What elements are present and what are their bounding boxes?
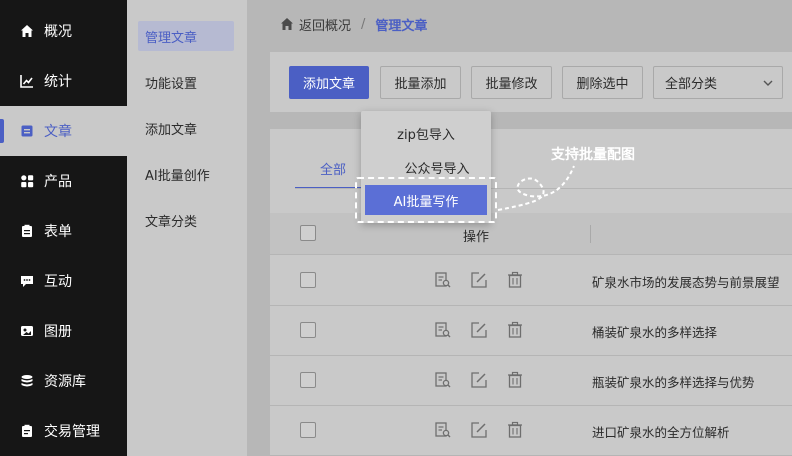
preview-icon[interactable] <box>434 421 452 439</box>
delete-selected-button[interactable]: 删除选中 <box>562 66 643 99</box>
main-sidebar: 概况 统计 文章 产品 表单 互动 图册 资源库 交易管理 <box>0 0 127 456</box>
sidebar-item-label: 图册 <box>44 324 72 340</box>
sidebar-item-statistics[interactable]: 统计 <box>0 56 127 106</box>
grid-icon <box>20 174 34 188</box>
row-checkbox[interactable] <box>300 422 316 438</box>
table-row: 瓶装矿泉水的多样选择与优势 <box>270 356 792 406</box>
article-title[interactable]: 桶装矿泉水的多样选择 <box>592 322 717 341</box>
sidebar-item-label: 互动 <box>44 274 72 290</box>
main-content: 返回概况 / 管理文章 添加文章 批量添加 批量修改 删除选中 全部分类 全部 … <box>247 0 792 456</box>
row-checkbox[interactable] <box>300 322 316 338</box>
preview-icon[interactable] <box>434 371 452 389</box>
submenu-item-manage-articles[interactable]: 管理文章 <box>138 21 234 51</box>
delete-icon[interactable] <box>506 371 524 389</box>
sidebar-item-orders[interactable]: 交易管理 <box>0 406 127 456</box>
delete-icon[interactable] <box>506 321 524 339</box>
sidebar-item-overview[interactable]: 概况 <box>0 6 127 56</box>
batch-add-button[interactable]: 批量添加 <box>380 66 461 99</box>
database-icon <box>20 374 34 388</box>
column-header-actions: 操作 <box>463 230 490 245</box>
breadcrumb: 返回概况 / 管理文章 <box>280 14 427 34</box>
add-article-button[interactable]: 添加文章 <box>289 66 369 99</box>
batch-edit-button[interactable]: 批量修改 <box>471 66 552 99</box>
category-select[interactable]: 全部分类 <box>653 66 783 99</box>
preview-icon[interactable] <box>434 271 452 289</box>
article-icon <box>20 124 34 138</box>
callout-connector <box>497 165 575 211</box>
delete-icon[interactable] <box>506 421 524 439</box>
sidebar-item-resources[interactable]: 资源库 <box>0 356 127 406</box>
article-title[interactable]: 进口矿泉水的全方位解析 <box>592 422 730 441</box>
sidebar-item-label: 文章 <box>44 124 72 140</box>
sidebar-item-label: 概况 <box>44 24 72 40</box>
sidebar-item-label: 交易管理 <box>44 424 100 440</box>
dropdown-item-zip-import[interactable]: zip包导入 <box>361 118 491 148</box>
edit-icon[interactable] <box>470 371 488 389</box>
highlight-frame: AI批量写作 <box>355 177 497 223</box>
column-divider <box>590 225 591 243</box>
table-row: 矿泉水市场的发展态势与前景展望 <box>270 256 792 306</box>
breadcrumb-separator: / <box>361 16 366 32</box>
form-icon <box>20 224 34 238</box>
preview-icon[interactable] <box>434 321 452 339</box>
sidebar-item-label: 表单 <box>44 224 72 240</box>
select-all-checkbox[interactable] <box>300 225 316 241</box>
edit-icon[interactable] <box>470 421 488 439</box>
table-row: 进口矿泉水的全方位解析 <box>270 406 792 456</box>
sidebar-item-label: 统计 <box>44 74 72 90</box>
row-checkbox[interactable] <box>300 272 316 288</box>
home-icon <box>20 24 34 38</box>
edit-icon[interactable] <box>470 271 488 289</box>
submenu-item-categories[interactable]: 文章分类 <box>138 205 234 235</box>
sidebar-item-products[interactable]: 产品 <box>0 156 127 206</box>
submenu-item-add-article[interactable]: 添加文章 <box>138 113 234 143</box>
submenu-item-settings[interactable]: 功能设置 <box>138 67 234 97</box>
table-row: 桶装矿泉水的多样选择 <box>270 306 792 356</box>
row-checkbox[interactable] <box>300 372 316 388</box>
chat-icon <box>20 274 34 288</box>
sidebar-item-interaction[interactable]: 互动 <box>0 256 127 306</box>
article-title[interactable]: 瓶装矿泉水的多样选择与优势 <box>592 372 755 391</box>
order-icon <box>20 424 34 438</box>
home-icon[interactable] <box>280 17 294 31</box>
category-select-value: 全部分类 <box>665 77 718 92</box>
callout-label: 支持批量配图 <box>551 147 635 163</box>
breadcrumb-back-link[interactable]: 返回概况 <box>299 15 351 34</box>
chevron-down-icon <box>762 77 774 93</box>
breadcrumb-current: 管理文章 <box>375 18 428 34</box>
chart-icon <box>20 74 34 88</box>
article-title[interactable]: 矿泉水市场的发展态势与前景展望 <box>592 272 780 291</box>
delete-icon[interactable] <box>506 271 524 289</box>
sidebar-item-album[interactable]: 图册 <box>0 306 127 356</box>
sidebar-item-label: 资源库 <box>44 374 86 390</box>
toolbar: 添加文章 批量添加 批量修改 删除选中 全部分类 <box>270 52 792 112</box>
sidebar-item-articles[interactable]: 文章 <box>0 106 127 156</box>
album-icon <box>20 324 34 338</box>
submenu-item-ai-batch[interactable]: AI批量创作 <box>138 159 234 189</box>
edit-icon[interactable] <box>470 321 488 339</box>
sidebar-item-forms[interactable]: 表单 <box>0 206 127 256</box>
sidebar-item-label: 产品 <box>44 174 72 190</box>
dropdown-item-ai-batch-write[interactable]: AI批量写作 <box>365 185 487 215</box>
secondary-menu: 管理文章 功能设置 添加文章 AI批量创作 文章分类 <box>127 0 247 456</box>
